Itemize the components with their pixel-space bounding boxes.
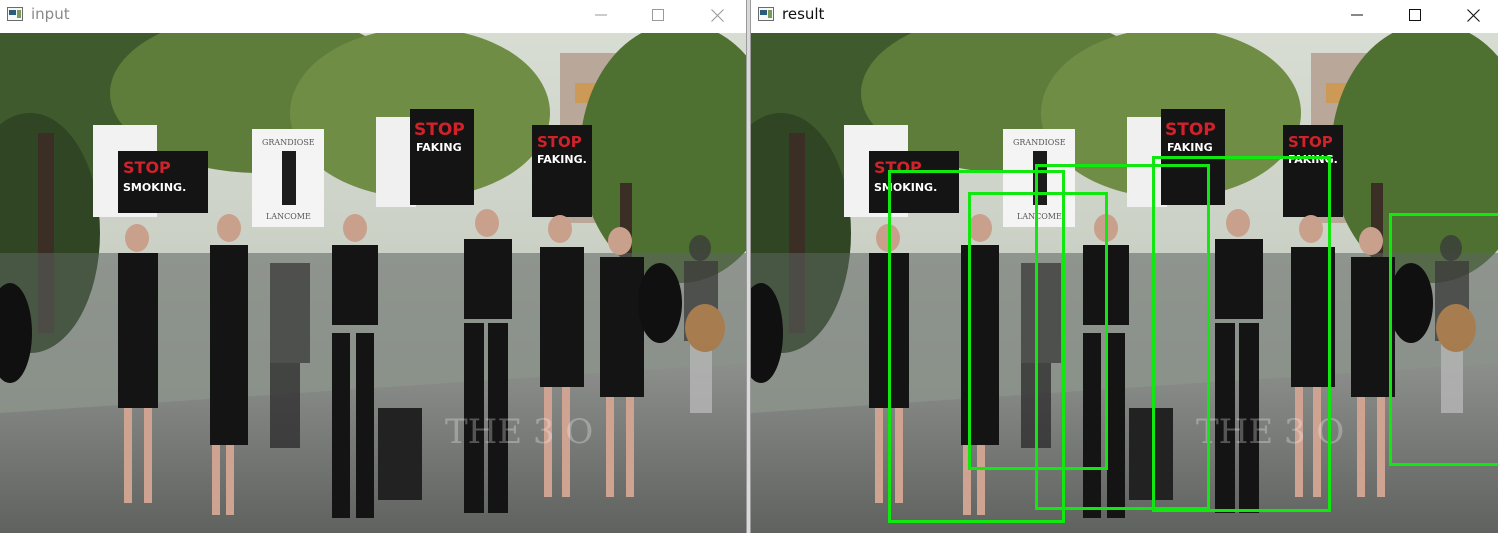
title-bar[interactable]: input xyxy=(0,0,746,30)
app-window-icon xyxy=(7,7,23,21)
input-photo xyxy=(0,33,746,533)
close-button[interactable] xyxy=(1450,0,1496,30)
minimize-button[interactable] xyxy=(1334,0,1380,30)
minimize-button[interactable] xyxy=(578,0,624,30)
minimize-icon xyxy=(1351,14,1363,16)
close-icon xyxy=(710,8,724,22)
input-window: input xyxy=(0,0,747,533)
minimize-icon xyxy=(595,14,607,16)
title-bar[interactable]: result xyxy=(751,0,1498,30)
result-window: result xyxy=(750,0,1498,533)
maximize-icon xyxy=(652,9,664,21)
detection-box xyxy=(1152,156,1331,512)
app-window-icon xyxy=(758,7,774,21)
detection-box xyxy=(1389,213,1498,466)
window-title: result xyxy=(782,5,825,23)
maximize-button[interactable] xyxy=(635,0,681,30)
image-viewport xyxy=(0,33,746,533)
close-button[interactable] xyxy=(694,0,740,30)
maximize-icon xyxy=(1409,9,1421,21)
close-icon xyxy=(1466,8,1480,22)
maximize-button[interactable] xyxy=(1392,0,1438,30)
window-title: input xyxy=(31,5,70,23)
image-viewport xyxy=(751,33,1498,533)
